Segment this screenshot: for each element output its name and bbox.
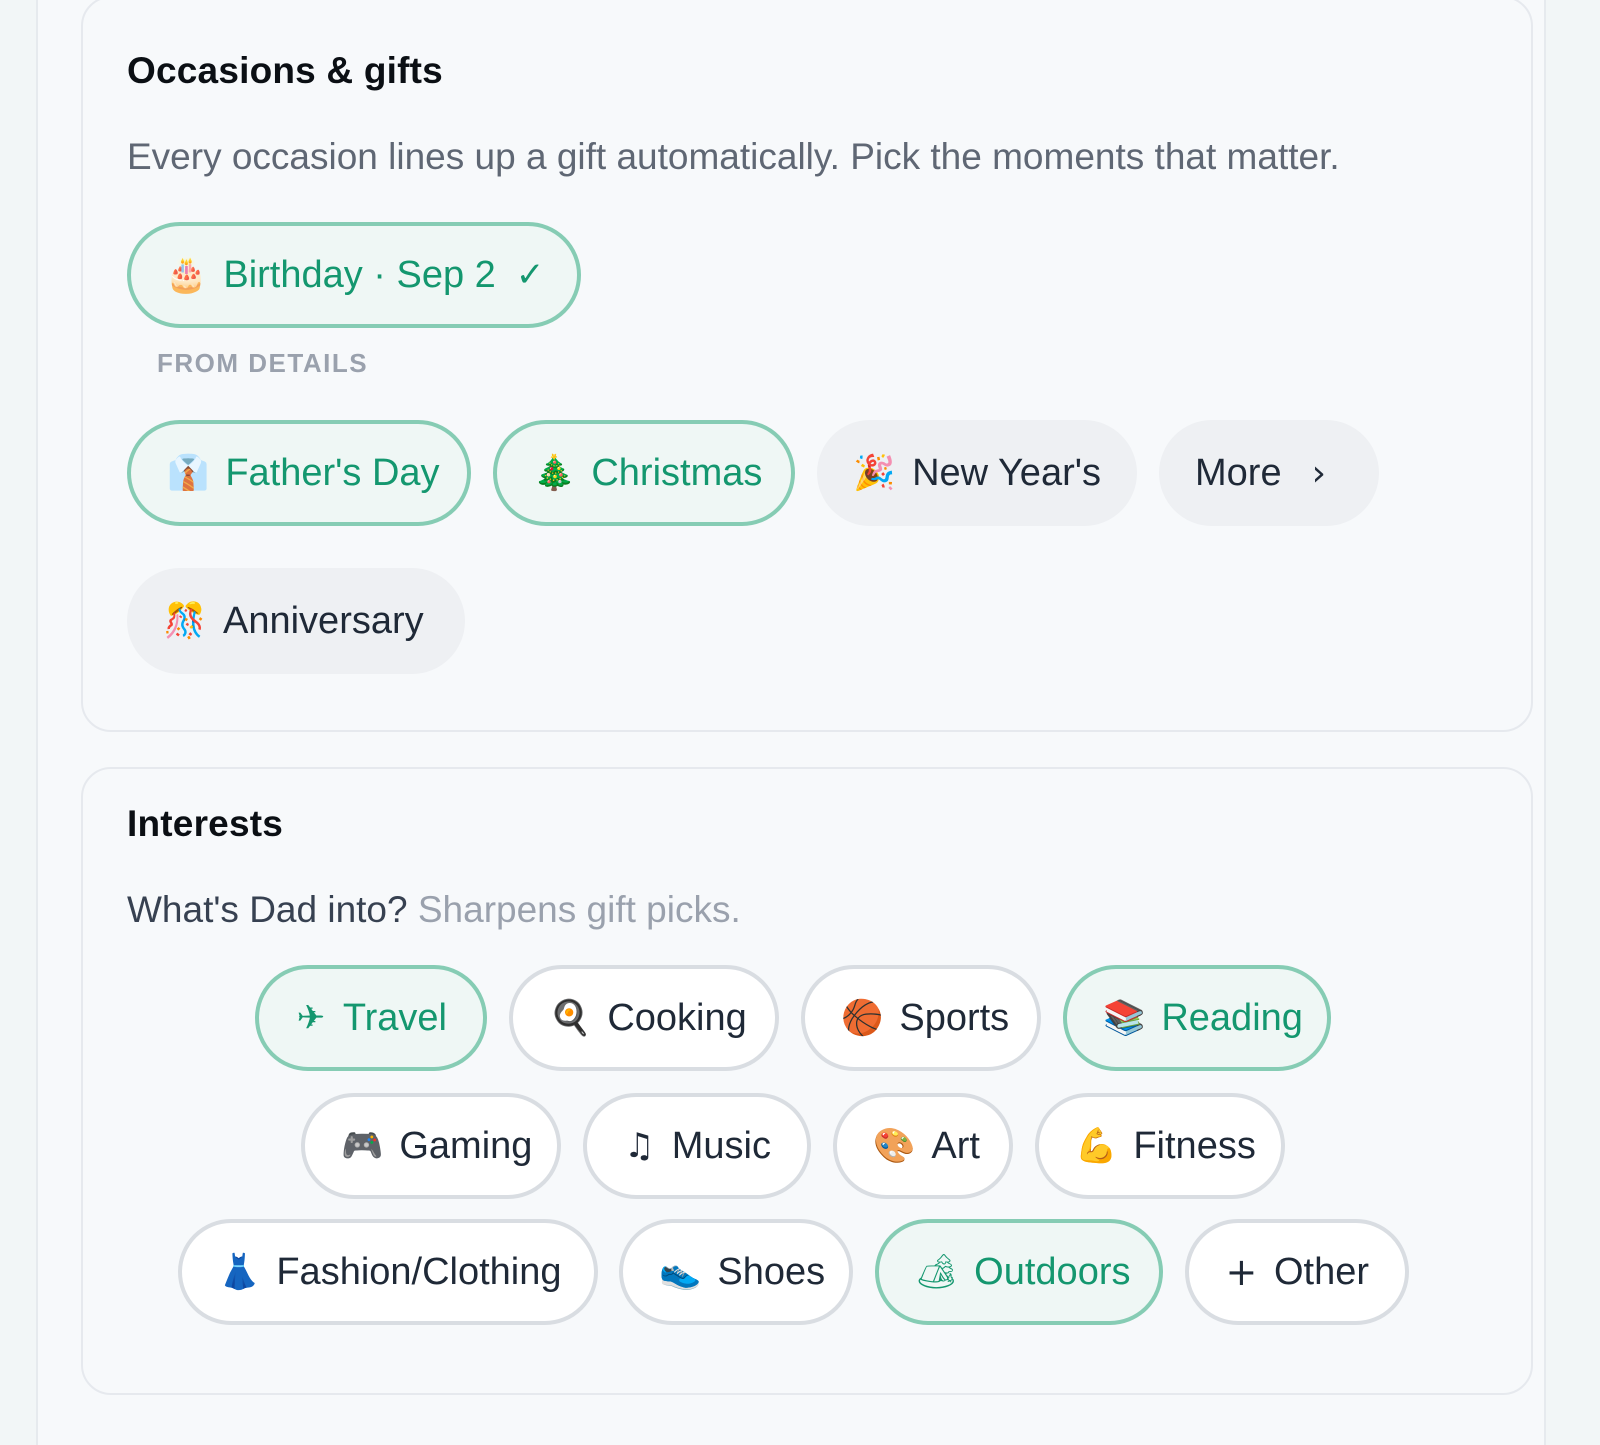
basketball-icon: 🏀 <box>841 998 884 1038</box>
interest-chip-label: Shoes <box>717 1250 826 1293</box>
occasion-chip-new-years[interactable]: 🎉 New Year's <box>817 420 1137 526</box>
interest-chip-label: Reading <box>1161 996 1303 1039</box>
interest-chip-label: Gaming <box>399 1124 533 1167</box>
birthday-chip-label: Birthday · Sep 2 <box>223 253 496 296</box>
interest-chip-fashion-clothing[interactable]: 👗 Fashion/Clothing <box>178 1219 598 1325</box>
interest-chip-music[interactable]: ♫ Music <box>583 1093 811 1199</box>
interest-chip-label: Outdoors <box>974 1250 1131 1293</box>
more-label: More <box>1195 451 1282 494</box>
flexed-biceps-icon: 💪 <box>1075 1126 1118 1166</box>
interest-chip-gaming[interactable]: 🎮 Gaming <box>301 1093 561 1199</box>
occasions-title: Occasions & gifts <box>127 50 443 91</box>
occasion-chip-anniversary[interactable]: 🎊 Anniversary <box>127 568 465 674</box>
occasion-chip-christmas[interactable]: 🎄 Christmas <box>493 420 795 526</box>
christmas-tree-icon: 🎄 <box>533 453 576 493</box>
interests-card: Interests What's Dad into? Sharpens gift… <box>81 767 1533 1395</box>
interest-chip-label: Cooking <box>607 996 747 1039</box>
occasions-card: Occasions & gifts Every occasion lines u… <box>81 0 1533 732</box>
interest-chip-travel[interactable]: ✈ Travel <box>255 965 487 1071</box>
occasion-chip-fathers-day[interactable]: 👔 Father's Day <box>127 420 471 526</box>
sneaker-icon: 👟 <box>659 1252 702 1292</box>
palette-icon: 🎨 <box>873 1126 916 1166</box>
interest-chip-label: Sports <box>899 996 1010 1039</box>
interest-chip-sports[interactable]: 🏀 Sports <box>801 965 1041 1071</box>
game-controller-icon: 🎮 <box>341 1126 384 1166</box>
chevron-right-icon: › <box>1311 452 1326 494</box>
interest-chip-art[interactable]: 🎨 Art <box>833 1093 1013 1199</box>
more-occasions-button[interactable]: More › <box>1159 420 1379 526</box>
occasion-chip-label: Christmas <box>591 451 763 494</box>
interest-chip-shoes[interactable]: 👟 Shoes <box>619 1219 853 1325</box>
interests-description: What's Dad into? Sharpens gift picks. <box>127 889 741 931</box>
plus-icon: + <box>1225 1250 1258 1294</box>
interest-chip-label: Music <box>671 1124 771 1167</box>
birthday-cake-icon: 🎂 <box>165 255 208 295</box>
occasion-chip-label: Father's Day <box>225 451 440 494</box>
interest-chip-label: Fitness <box>1133 1124 1256 1167</box>
occasion-chip-label: New Year's <box>912 451 1101 494</box>
checkmark-icon: ✓ <box>515 255 545 295</box>
interest-chip-label: Art <box>931 1124 980 1167</box>
party-popper-icon: 🎉 <box>853 453 896 493</box>
dress-icon: 👗 <box>218 1252 261 1292</box>
music-note-icon: ♫ <box>624 1126 655 1166</box>
airplane-icon: ✈ <box>296 998 326 1038</box>
frying-pan-icon: 🍳 <box>549 998 592 1038</box>
occasions-description: Every occasion lines up a gift automatic… <box>127 136 1340 177</box>
interest-chip-label: Other <box>1273 1250 1369 1293</box>
interest-chip-reading[interactable]: 📚 Reading <box>1063 965 1331 1071</box>
confetti-icon: 🎊 <box>163 601 207 641</box>
interests-question: What's Dad into? <box>127 889 408 930</box>
interest-chip-cooking[interactable]: 🍳 Cooking <box>509 965 779 1071</box>
interest-chip-other[interactable]: + Other <box>1185 1219 1409 1325</box>
birthday-chip[interactable]: 🎂 Birthday · Sep 2 ✓ <box>127 222 581 328</box>
interests-hint: Sharpens gift picks. <box>417 889 741 930</box>
occasion-chip-label: Anniversary <box>223 599 424 642</box>
interest-chip-label: Travel <box>342 996 447 1039</box>
necktie-icon: 👔 <box>167 453 210 493</box>
books-icon: 📚 <box>1103 998 1146 1038</box>
camping-icon: 🏕 <box>915 1252 959 1292</box>
interest-chip-outdoors[interactable]: 🏕 Outdoors <box>875 1219 1163 1325</box>
interest-chip-label: Fashion/Clothing <box>276 1250 562 1293</box>
interest-chip-fitness[interactable]: 💪 Fitness <box>1035 1093 1285 1199</box>
interests-title: Interests <box>127 803 284 844</box>
from-details-caption: FROM DETAILS <box>157 348 369 378</box>
